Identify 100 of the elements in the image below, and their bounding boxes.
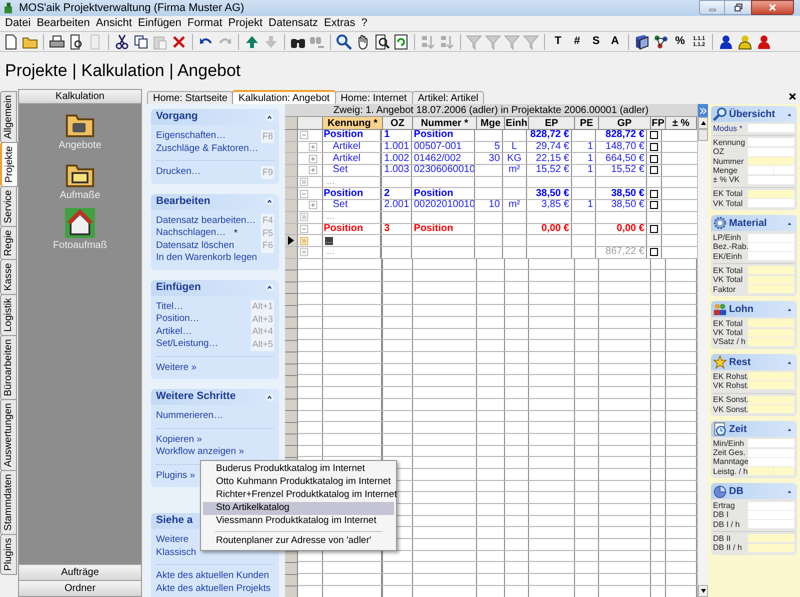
menu-item[interactable]: Projekt [225,18,266,29]
field-label: VK Total [713,200,744,208]
menu-item[interactable]: Buderus Produktkatalog im Internet [203,463,394,476]
toolbar-button[interactable]: S [588,34,604,50]
toolbar-button[interactable]: % [672,34,688,50]
side-tab[interactable]: Kasse [0,259,17,295]
menu-item[interactable]: Format [184,18,226,29]
task-link[interactable]: Eigenschaften… [156,129,226,144]
task-link[interactable]: Nachschlagen… [156,226,226,240]
task-link[interactable]: Kopieren » [156,432,202,447]
section-header[interactable]: DB [711,483,797,500]
table-cell-text: 15,52 € [610,165,646,176]
menu-item[interactable]: Otto Kuhmann Produktkatalog im Internet [203,476,394,489]
sidebar-button[interactable]: Ordner [19,580,141,596]
column-header[interactable]: Mge [477,117,505,129]
table-cell-text: L [510,142,518,152]
toolbar-button[interactable]: T [550,34,566,50]
table-cell-text: 22,15 € [534,154,570,164]
shortcut-label: Alt+4 [251,325,274,338]
column-header[interactable]: EP [529,117,575,129]
section-header[interactable]: Zeit [711,421,797,438]
side-tab[interactable]: Plugins [0,534,17,575]
document-tab[interactable]: Home: Startseite [147,91,234,104]
section-header[interactable]: Übersicht [711,106,797,122]
menu-item[interactable]: Viessmann Produktkatalog im Internet [203,515,394,528]
side-tab[interactable]: Logistik [0,294,17,336]
table-cell-text: 1 [586,142,594,152]
menu-item[interactable]: Bearbeiten [34,18,93,29]
menu-item[interactable]: Datensatz [266,18,322,29]
task-link[interactable]: Weitere » [156,360,196,375]
task-link[interactable]: In den Warenkorb legen [156,251,258,266]
section-title: DB [729,484,744,499]
page-heading: Projekte | Kalkulation | Angebot [5,60,241,82]
side-tab[interactable]: Büroarbeiten [0,334,17,400]
task-link[interactable]: Weitere [156,533,189,548]
shortcut-label: F9 [261,166,274,179]
task-link[interactable]: Titel… [156,300,184,314]
section-header[interactable]: Rest [711,354,797,370]
column-header[interactable]: GP [599,117,651,129]
table-cell-text: 1 [586,165,594,176]
table-cell-text: 148,70 € [604,142,646,152]
column-header[interactable]: FP [651,117,666,129]
sidebar-button[interactable]: Aufträge [19,564,141,580]
task-link[interactable]: Akte des aktuellen Kunden [156,569,270,584]
task-link[interactable]: Zuschläge & Faktoren… [156,142,258,156]
column-header[interactable]: OZ [383,117,413,129]
document-tab[interactable]: Home: Internet [334,91,413,104]
menu-item[interactable]: ? [358,18,370,29]
menu-item[interactable]: Ansicht [92,18,135,29]
table-cell-text: Set [332,165,349,176]
column-header[interactable]: Einh [505,117,529,129]
task-link[interactable]: Set/Leistung… [156,337,218,352]
field-label: EK Total [713,320,744,328]
task-link[interactable]: Nummerieren… [156,409,224,424]
field-label: EK Rohst. [713,372,748,381]
toolbar-button[interactable]: A [607,34,623,50]
side-tab[interactable]: Service [0,186,17,227]
field-label: EK Total [713,266,744,275]
table-cell-text: 38,50 € [610,200,646,210]
task-link[interactable]: Datensatz bearbeiten… [156,214,256,228]
field-label: Faktor [713,286,737,294]
task-link[interactable]: Akte des aktuellen Projekts [156,582,271,596]
menu-item[interactable]: Datei [2,18,34,29]
section-header[interactable]: Lohn [711,301,797,318]
section-header[interactable]: Vorgang [151,109,279,125]
column-header[interactable]: Nummer * [413,117,477,129]
task-link[interactable]: Artikel… [156,324,192,339]
document-tab[interactable]: Artikel: Artikel [412,91,484,104]
section-title: Einfügen [156,280,201,295]
field-label: LP/Einh [713,234,742,242]
side-tab[interactable]: Projekte [0,142,18,187]
section-header[interactable]: Einfügen [151,280,279,296]
edit-field[interactable]: ... [324,236,334,245]
section-header[interactable]: Bearbeiten [151,194,279,210]
toolbar-button[interactable]: # [569,34,585,50]
section-title: Vorgang [156,109,198,124]
task-link[interactable]: Klassisch [156,546,196,560]
menu-item[interactable]: Extras [321,18,358,29]
table-cell-text: 867,22 € [604,247,646,258]
column-header[interactable]: Kennung * [323,117,383,129]
task-link[interactable]: Position… [156,312,200,326]
task-link[interactable]: Plugins » [156,468,196,483]
column-header[interactable]: PE [575,117,599,129]
task-link[interactable]: Datensatz löschen [156,238,234,253]
table-cell-text: Position [412,130,454,140]
task-link[interactable]: Workflow anzeigen » [156,445,244,460]
shortcut-label: Alt+1 [251,300,274,314]
side-tab[interactable]: Regie [0,226,17,260]
side-tab[interactable]: Allgemein [0,91,17,143]
document-tab[interactable]: Kalkulation: Angebot [232,90,336,104]
table-cell-text: Artikel [332,142,362,152]
task-link[interactable]: Drucken… [156,165,201,180]
section-header[interactable]: Material [711,215,797,232]
section-header[interactable]: Weitere Schritte [151,389,279,405]
menu-item[interactable]: Einfügen [134,18,184,29]
side-tab[interactable]: Auswertungen [0,399,17,472]
field-label: Nummer [713,158,745,166]
menu-item[interactable]: Routenplaner zur Adresse von 'adler' [203,535,394,548]
side-tab[interactable]: Stammdaten [0,470,17,535]
menu-item[interactable]: Sto Artikelkatalog [203,502,394,515]
